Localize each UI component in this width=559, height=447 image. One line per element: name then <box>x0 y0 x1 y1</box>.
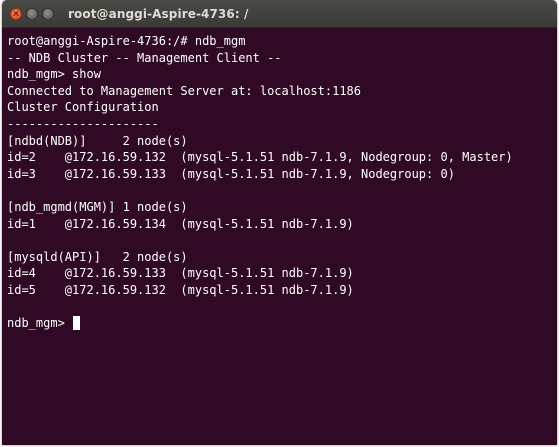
terminal-line: [ndbd(NDB)] 2 node(s) <box>7 133 188 148</box>
terminal-line: id=4 @172.16.59.133 (mysql-5.1.51 ndb-7.… <box>7 266 354 281</box>
terminal-line: id=2 @172.16.59.132 (mysql-5.1.51 ndb-7.… <box>7 150 513 165</box>
terminal-output[interactable]: root@anggi-Aspire-4736:/# ndb_mgm -- NDB… <box>2 28 557 445</box>
title-bar[interactable]: root@anggi-Aspire-4736: / <box>2 0 557 28</box>
window-title: root@anggi-Aspire-4736: / <box>68 6 249 21</box>
terminal-line: id=1 @172.16.59.134 (mysql-5.1.51 ndb-7.… <box>7 216 354 231</box>
command-prompt-line[interactable]: ndb_mgm> <box>7 315 557 332</box>
terminal-window: root@anggi-Aspire-4736: / root@anggi-Asp… <box>2 0 557 445</box>
text-cursor <box>73 316 81 331</box>
terminal-line: root@anggi-Aspire-4736:/# ndb_mgm <box>7 34 246 48</box>
terminal-line: --------------------- <box>7 116 159 131</box>
terminal-line: id=3 @172.16.59.133 (mysql-5.1.51 ndb-7.… <box>7 166 455 181</box>
maximize-icon[interactable] <box>42 7 54 20</box>
terminal-line: id=5 @172.16.59.132 (mysql-5.1.51 ndb-7.… <box>7 282 354 297</box>
terminal-line: Connected to Management Server at: local… <box>7 83 362 98</box>
terminal-line: -- NDB Cluster -- Management Client -- <box>7 50 282 65</box>
close-icon[interactable] <box>10 7 22 20</box>
terminal-line: ndb_mgm> show <box>7 67 101 82</box>
terminal-line: [ndb_mgmd(MGM)] 1 node(s) <box>7 199 188 214</box>
terminal-line: [mysqld(API)] 2 node(s) <box>7 249 188 264</box>
command-prompt: ndb_mgm> <box>7 316 73 331</box>
minimize-icon[interactable] <box>26 7 38 20</box>
terminal-line: Cluster Configuration <box>7 100 159 115</box>
